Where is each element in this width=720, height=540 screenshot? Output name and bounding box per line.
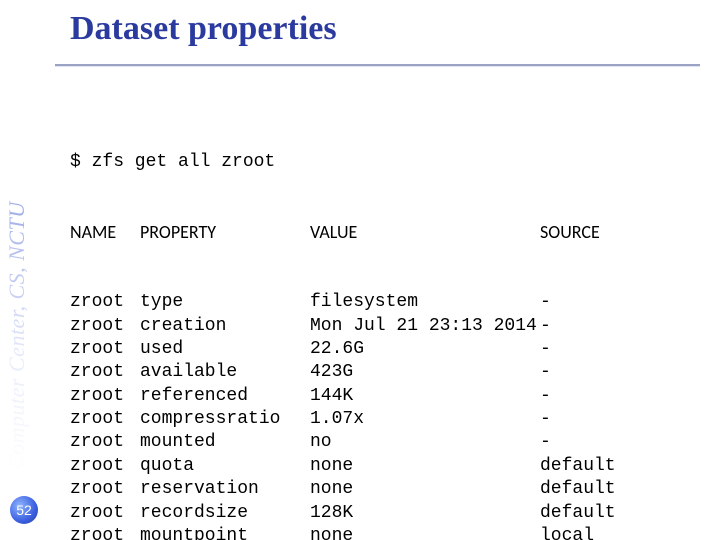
cell-value: none bbox=[310, 525, 540, 540]
cell-source: - bbox=[540, 408, 551, 431]
cell-source: - bbox=[540, 361, 551, 384]
cell-value: 1.07x bbox=[310, 408, 540, 431]
cell-source: - bbox=[540, 338, 551, 361]
col-name: NAME bbox=[70, 221, 140, 244]
cell-name: zroot bbox=[70, 478, 140, 501]
cell-name: zroot bbox=[70, 455, 140, 478]
cell-name: zroot bbox=[70, 408, 140, 431]
terminal-block: $ zfs get all zroot NAMEPROPERTYVALUESOU… bbox=[70, 104, 700, 540]
table-row: zrootused22.6G- bbox=[70, 338, 700, 361]
table-row: zrootreservationnonedefault bbox=[70, 478, 700, 501]
cell-property: recordsize bbox=[140, 502, 310, 525]
cell-source: default bbox=[540, 455, 616, 478]
cell-property: mountpoint bbox=[140, 525, 310, 540]
cell-value: 22.6G bbox=[310, 338, 540, 361]
cell-property: used bbox=[140, 338, 310, 361]
table-row: zrootcreationMon Jul 21 23:13 2014- bbox=[70, 315, 700, 338]
table-row: zrootrecordsize128Kdefault bbox=[70, 502, 700, 525]
table-row: zroottypefilesystem- bbox=[70, 291, 700, 314]
cell-value: filesystem bbox=[310, 291, 540, 314]
table-row: zrootavailable423G- bbox=[70, 361, 700, 384]
cell-name: zroot bbox=[70, 315, 140, 338]
cell-property: compressratio bbox=[140, 408, 310, 431]
cell-value: 423G bbox=[310, 361, 540, 384]
cell-property: mounted bbox=[140, 431, 310, 454]
table-row: zrootmountedno- bbox=[70, 431, 700, 454]
cell-property: referenced bbox=[140, 385, 310, 408]
table-row: zrootmountpointnonelocal bbox=[70, 525, 700, 540]
cell-property: available bbox=[140, 361, 310, 384]
cell-property: quota bbox=[140, 455, 310, 478]
page-number-badge: 52 bbox=[10, 496, 38, 524]
side-label: Computer Center, CS, NCTU bbox=[4, 4, 44, 476]
terminal-rows: zroottypefilesystem-zrootcreationMon Jul… bbox=[70, 291, 700, 540]
table-row: zrootquotanonedefault bbox=[70, 455, 700, 478]
cell-name: zroot bbox=[70, 502, 140, 525]
cell-name: zroot bbox=[70, 385, 140, 408]
terminal-header: NAMEPROPERTYVALUESOURCE bbox=[70, 221, 700, 244]
content-area: Dataset properties $ zfs get all zroot N… bbox=[70, 10, 700, 520]
col-property: PROPERTY bbox=[140, 221, 310, 244]
cell-value: none bbox=[310, 455, 540, 478]
slide: Computer Center, CS, NCTU 52 Dataset pro… bbox=[0, 0, 720, 540]
table-row: zrootreferenced144K- bbox=[70, 385, 700, 408]
terminal-command: $ zfs get all zroot bbox=[70, 151, 700, 174]
cell-value: no bbox=[310, 431, 540, 454]
col-value: VALUE bbox=[310, 221, 540, 244]
col-source: SOURCE bbox=[540, 221, 600, 244]
cell-name: zroot bbox=[70, 525, 140, 540]
cell-value: Mon Jul 21 23:13 2014 bbox=[310, 315, 540, 338]
cell-value: 128K bbox=[310, 502, 540, 525]
cell-name: zroot bbox=[70, 361, 140, 384]
cell-property: creation bbox=[140, 315, 310, 338]
slide-title: Dataset properties bbox=[70, 10, 700, 48]
cell-source: default bbox=[540, 478, 616, 501]
cell-source: - bbox=[540, 315, 551, 338]
cell-source: - bbox=[540, 431, 551, 454]
cell-property: reservation bbox=[140, 478, 310, 501]
cell-source: local bbox=[540, 525, 594, 540]
cell-property: type bbox=[140, 291, 310, 314]
table-row: zrootcompressratio1.07x- bbox=[70, 408, 700, 431]
page-number: 52 bbox=[16, 502, 32, 518]
cell-name: zroot bbox=[70, 291, 140, 314]
cell-source: default bbox=[540, 502, 616, 525]
cell-source: - bbox=[540, 291, 551, 314]
cell-name: zroot bbox=[70, 338, 140, 361]
cell-value: none bbox=[310, 478, 540, 501]
cell-value: 144K bbox=[310, 385, 540, 408]
cell-source: - bbox=[540, 385, 551, 408]
cell-name: zroot bbox=[70, 431, 140, 454]
